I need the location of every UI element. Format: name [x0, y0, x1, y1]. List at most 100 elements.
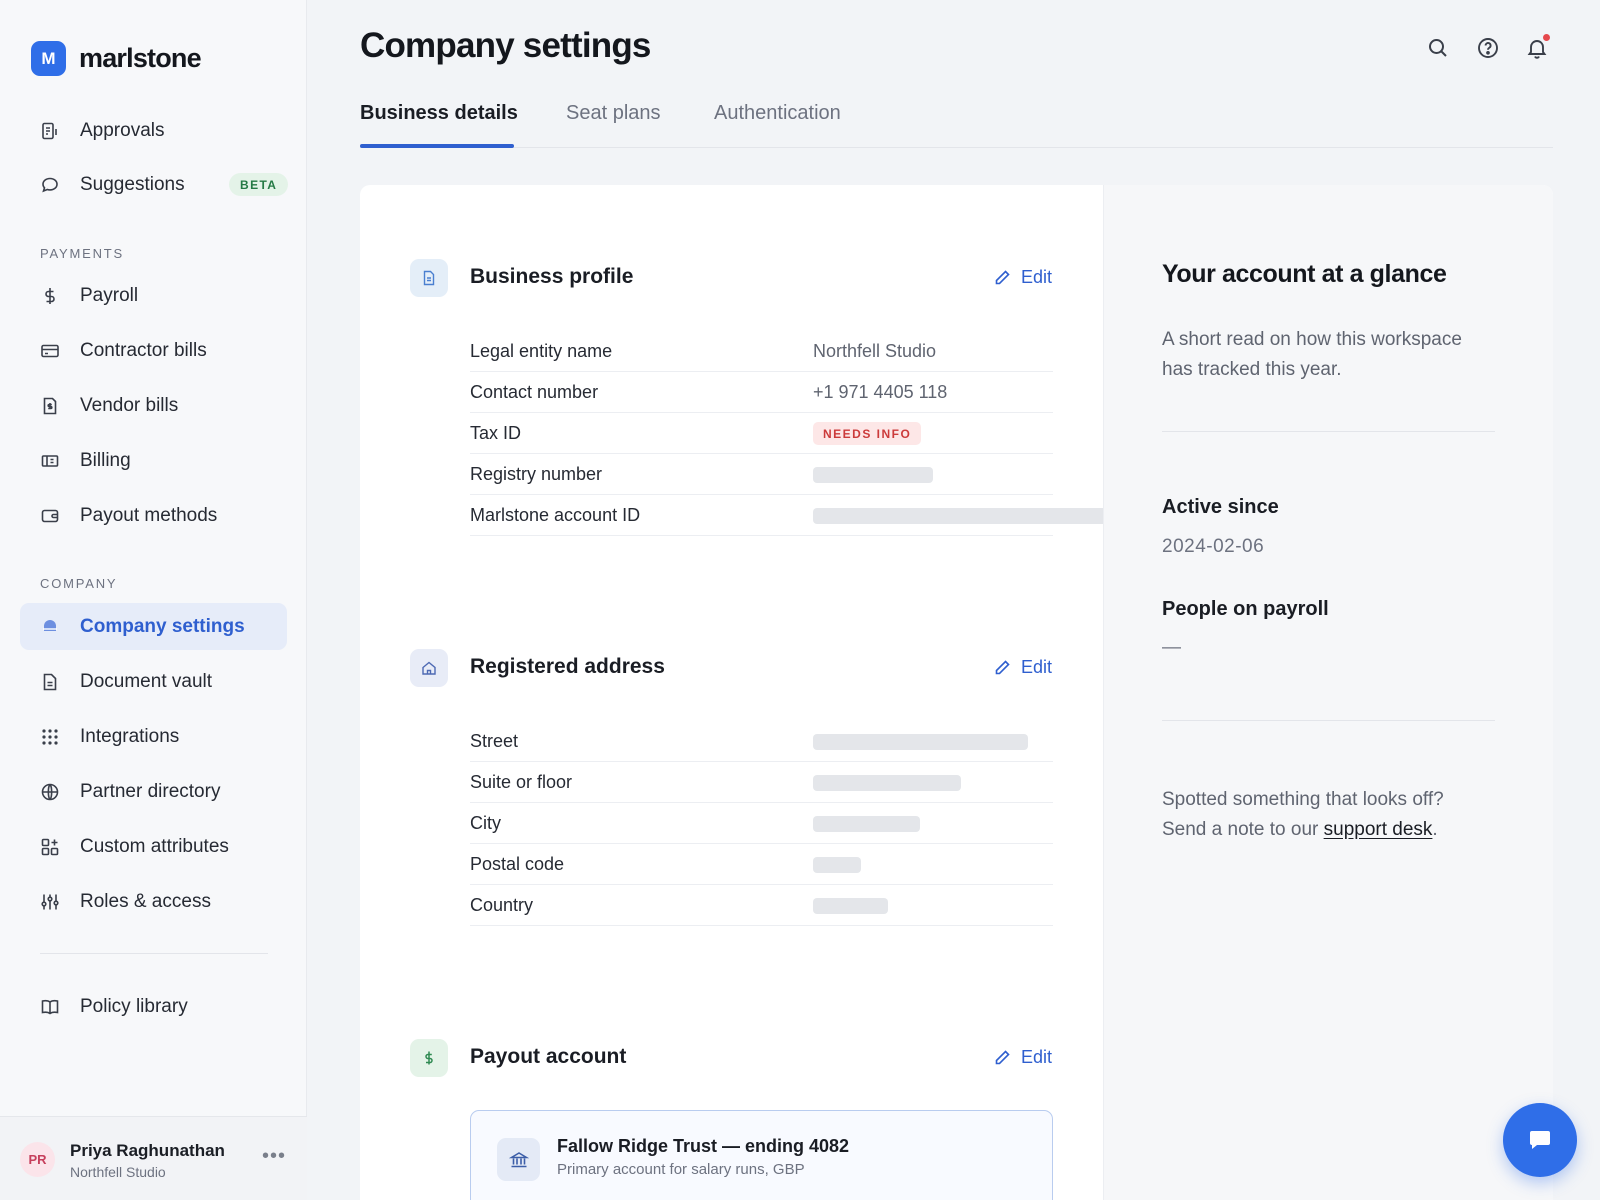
sidebar-item-vendor-bills[interactable]: Vendor bills [20, 382, 287, 429]
people-on-payroll-label: People on payroll [1162, 598, 1329, 620]
edit-label: Edit [1021, 267, 1053, 287]
sliders-icon [40, 892, 60, 912]
tab-seat-plans[interactable]: Seat plans [566, 102, 661, 125]
loading-placeholder [813, 467, 933, 483]
user-name: Priya Raghunathan [70, 1141, 225, 1160]
sidebar-item-label: Custom attributes [80, 835, 229, 857]
bank-account-description: Primary account for salary runs, GBP [557, 1161, 805, 1178]
dollar-icon [410, 1039, 448, 1077]
field-label: Suite or floor [470, 772, 573, 792]
loading-placeholder [813, 898, 888, 914]
support-note-suffix: . [1432, 819, 1438, 840]
sidebar-item-label: Billing [80, 449, 131, 471]
people-on-payroll-value: — [1162, 637, 1182, 658]
sidebar-item-label: Payroll [80, 284, 139, 306]
notification-dot [1543, 34, 1550, 41]
attributes-icon [40, 837, 60, 857]
help-icon[interactable] [1476, 36, 1500, 60]
support-desk-link[interactable]: support desk [1324, 819, 1433, 840]
sidebar-item-contractor-bills[interactable]: Contractor bills [20, 327, 287, 374]
sidebar-item-label: Vendor bills [80, 394, 179, 416]
payout-account-card[interactable]: Fallow Ridge Trust — ending 4082 Primary… [470, 1110, 1053, 1200]
field-row: Marlstone account ID [470, 495, 1113, 536]
section-title-registered-address: Registered address [470, 655, 665, 678]
sidebar-item-payroll[interactable]: Payroll [20, 272, 287, 319]
field-label: Postal code [470, 854, 565, 874]
bank-icon [497, 1138, 540, 1181]
search-icon[interactable] [1426, 36, 1450, 60]
field-label: Marlstone account ID [470, 505, 641, 525]
sidebar-item-payout-methods[interactable]: Payout methods [20, 492, 287, 539]
user-profile[interactable]: PR Priya Raghunathan Northfell Studio ••… [0, 1116, 307, 1200]
loading-placeholder [813, 775, 961, 791]
user-org: Northfell Studio [70, 1164, 166, 1180]
sidebar-item-roles-access[interactable]: Roles & access [20, 878, 287, 925]
settings-card: Business profile Edit Legal entity name … [360, 185, 1553, 1200]
field-label: Tax ID [470, 423, 522, 443]
sidebar-item-custom-attributes[interactable]: Custom attributes [20, 823, 287, 870]
document-icon [410, 259, 448, 297]
sidebar-item-company-settings[interactable]: Company settings [20, 603, 287, 650]
sidebar-item-integrations[interactable]: Integrations [20, 713, 287, 760]
glance-description: A short read on how this workspace has t… [1162, 329, 1462, 380]
field-row: Suite or floor [470, 762, 1053, 803]
bank-account-name: Fallow Ridge Trust — ending 4082 [557, 1136, 850, 1156]
edit-label: Edit [1021, 657, 1053, 677]
section-title-payout-account: Payout account [470, 1045, 627, 1068]
sidebar-divider [40, 953, 268, 954]
edit-business-profile-button[interactable]: Edit [994, 267, 1052, 288]
sidebar-item-partner-directory[interactable]: Partner directory [20, 768, 287, 815]
loading-placeholder [813, 734, 1028, 750]
field-row: Registry number [470, 454, 1053, 495]
sidebar-item-policy-library[interactable]: Policy library [20, 983, 287, 1030]
tab-business-details[interactable]: Business details [360, 102, 518, 125]
loading-placeholder [813, 508, 1113, 524]
active-tab-indicator [360, 144, 514, 148]
sidebar-item-document-vault[interactable]: Document vault [20, 658, 287, 705]
edit-registered-address-button[interactable]: Edit [994, 657, 1052, 678]
field-row: Postal code [470, 844, 1053, 885]
chat-launcher-button[interactable] [1503, 1103, 1577, 1177]
sidebar-item-label: Roles & access [80, 890, 211, 912]
sidebar-item-label: Approvals [80, 119, 165, 141]
account-glance-panel: Your account at a glance A short read on… [1103, 185, 1553, 1200]
sidebar-item-label: Suggestions [80, 173, 185, 195]
home-icon [410, 649, 448, 687]
brand-name: marlstone [79, 43, 202, 73]
field-label: Contact number [470, 382, 599, 402]
chat-icon [1530, 1131, 1550, 1149]
sidebar-item-label: Policy library [80, 995, 188, 1017]
sidebar-item-suggestions[interactable]: Suggestions BETA [20, 161, 289, 208]
invoice-icon [40, 396, 60, 416]
tab-authentication[interactable]: Authentication [714, 102, 841, 125]
loading-placeholder [813, 816, 920, 832]
section-label-company: COMPANY [40, 576, 118, 591]
sidebar-item-approvals[interactable]: Approvals [20, 107, 287, 154]
sidebar-item-label: Document vault [80, 670, 213, 692]
sidebar-item-label: Contractor bills [80, 339, 207, 361]
needs-info-badge: NEEDS INFO [813, 422, 922, 445]
brand-logo: M [31, 41, 66, 76]
document-icon [40, 672, 60, 692]
grid-dots-icon [40, 727, 60, 747]
pencil-icon [995, 660, 1010, 675]
brand[interactable]: M marlstone [31, 41, 202, 76]
sidebar: M marlstone Approvals Suggestions BETA P… [0, 0, 307, 1200]
chat-bubble-icon [40, 175, 60, 195]
globe-icon [40, 782, 60, 802]
field-row: Country [470, 885, 1053, 926]
active-since-value: 2024-02-06 [1162, 536, 1265, 557]
company-icon [40, 617, 60, 637]
sidebar-item-label: Integrations [80, 725, 180, 747]
panel-divider [1162, 720, 1495, 721]
sidebar-item-label: Partner directory [80, 780, 221, 802]
tab-bar: Business details Seat plans Authenticati… [360, 100, 1553, 148]
more-options-icon[interactable]: ••• [262, 1145, 286, 1168]
section-title-business-profile: Business profile [470, 265, 634, 288]
sidebar-item-label: Company settings [80, 615, 245, 637]
sidebar-item-billing[interactable]: Billing [20, 437, 287, 484]
edit-payout-account-button[interactable]: Edit [994, 1047, 1052, 1068]
page-title: Company settings [360, 26, 651, 65]
edit-label: Edit [1021, 1047, 1053, 1067]
field-row: Street [470, 721, 1053, 762]
